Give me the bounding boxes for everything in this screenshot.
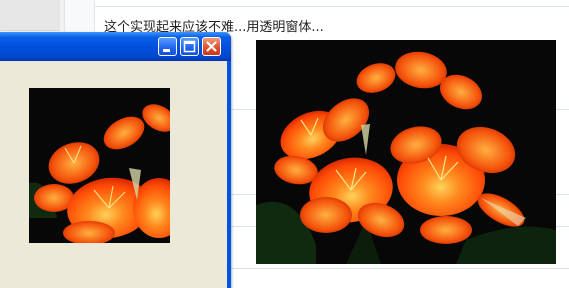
minimize-icon xyxy=(163,49,170,52)
app-window[interactable] xyxy=(0,32,231,288)
flower-photo-cropped xyxy=(29,88,170,243)
maximize-button[interactable] xyxy=(180,37,199,56)
maximize-icon xyxy=(183,40,196,53)
window-client-area xyxy=(0,61,227,288)
page-sidebar-tab xyxy=(0,0,60,31)
close-icon xyxy=(206,41,217,52)
flower-photo xyxy=(256,40,556,264)
window-titlebar[interactable] xyxy=(0,32,231,61)
close-button[interactable] xyxy=(202,37,221,56)
page-divider xyxy=(94,6,569,7)
minimize-button[interactable] xyxy=(158,37,177,56)
